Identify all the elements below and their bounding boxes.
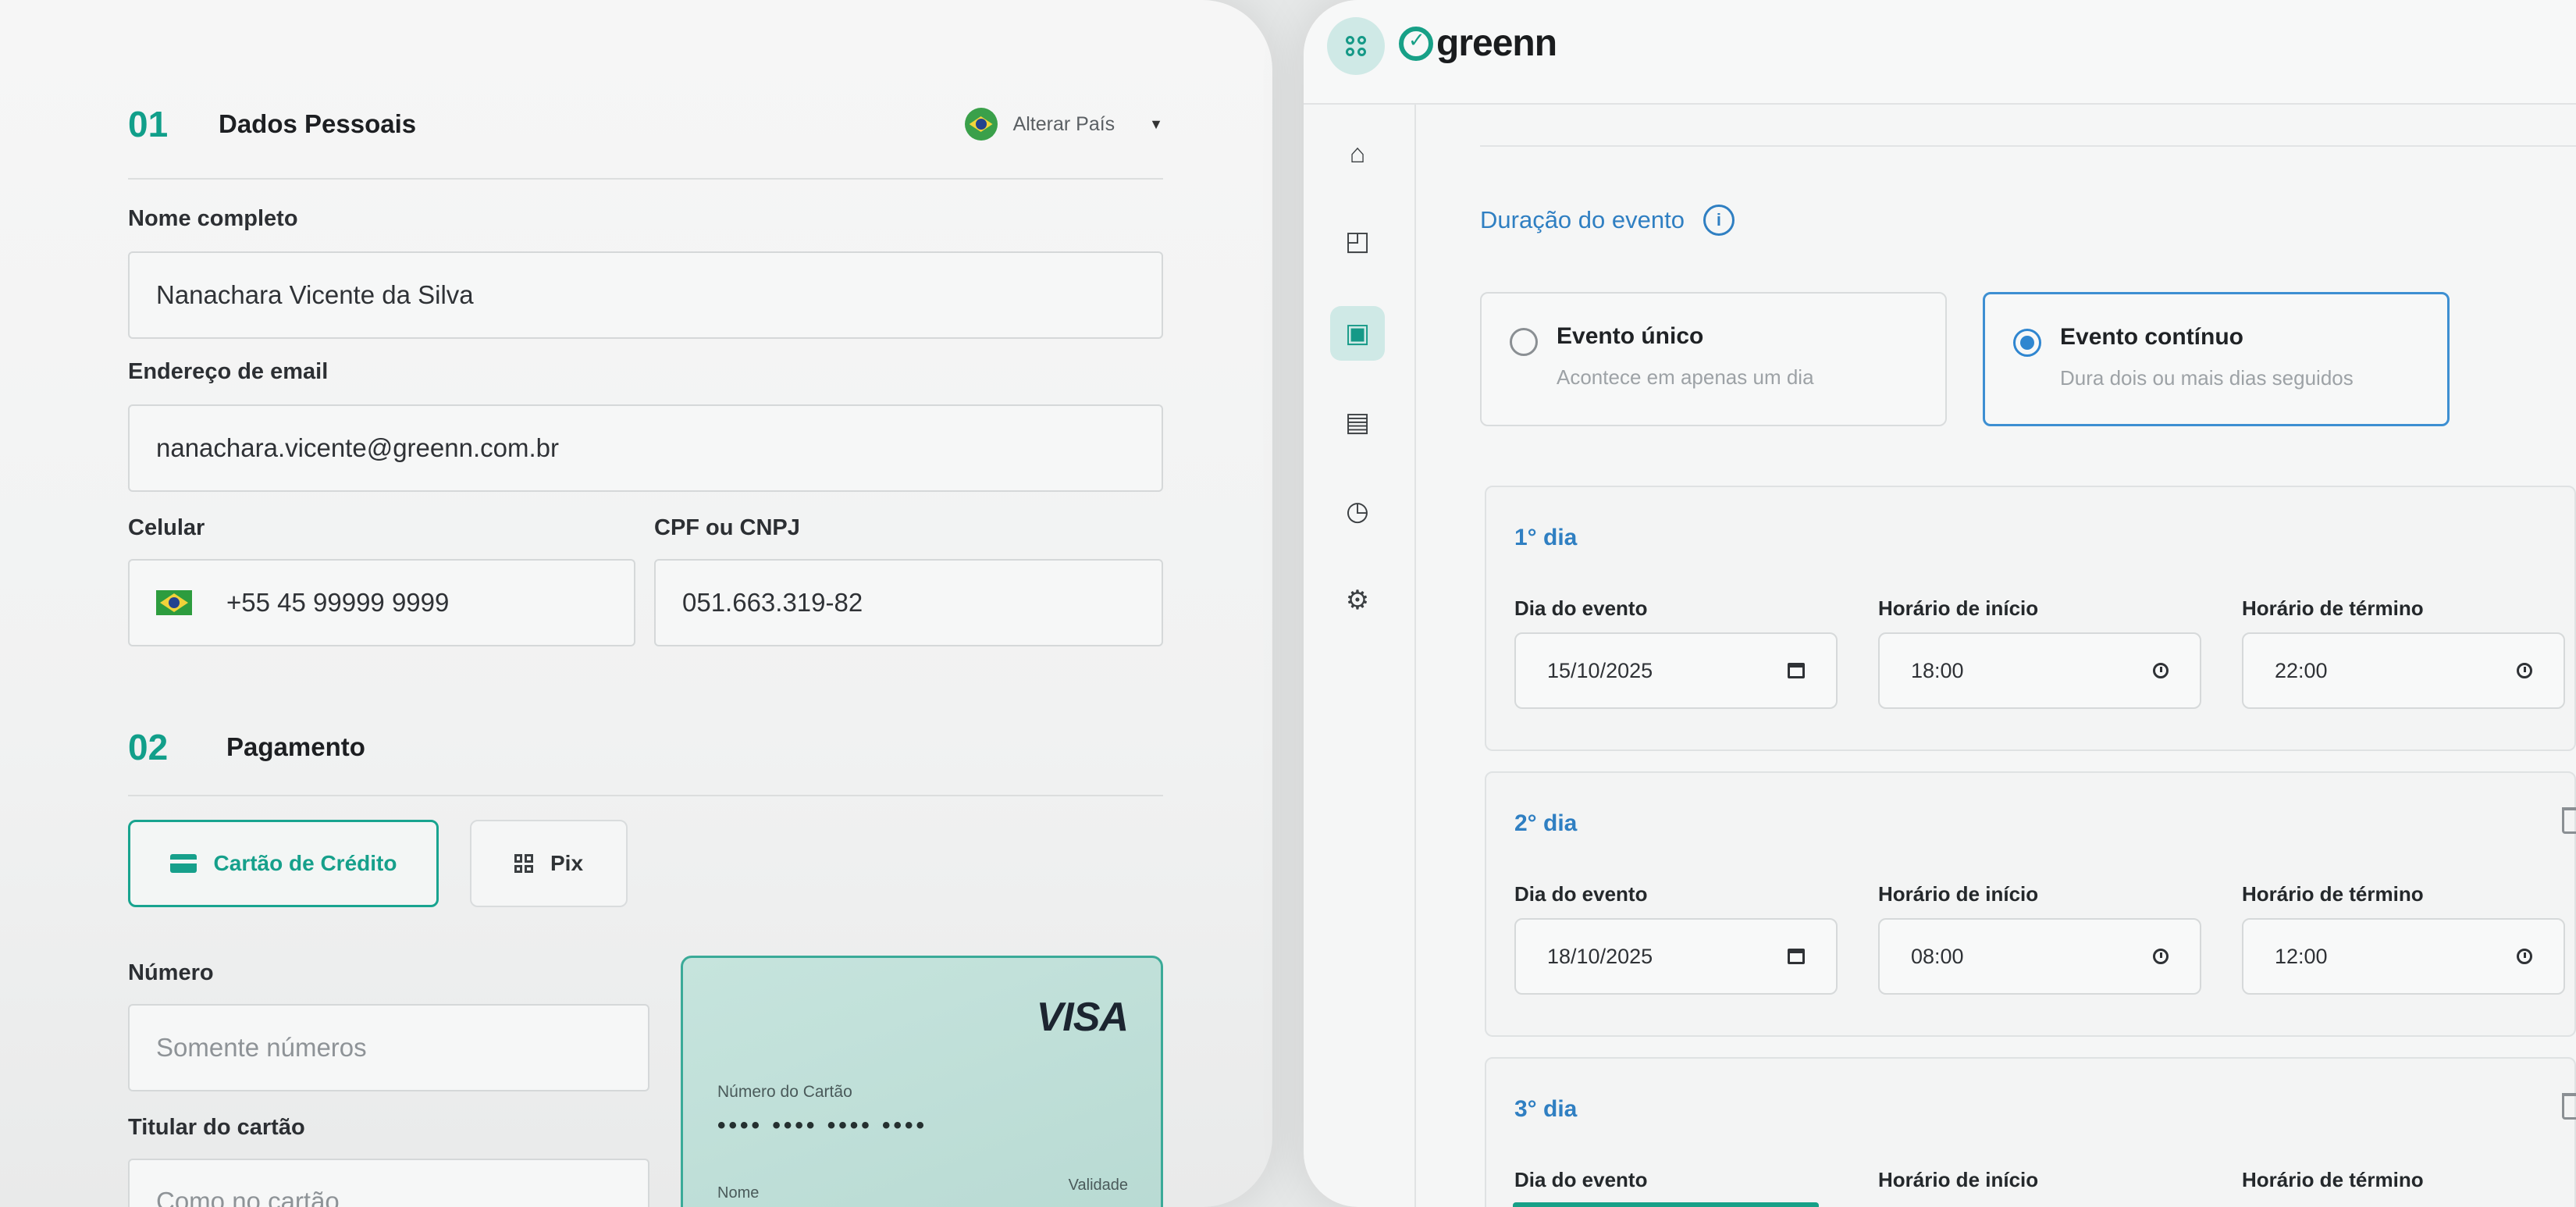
pix-label: Pix bbox=[550, 851, 584, 875]
apps-grid-icon bbox=[1346, 36, 1366, 56]
date-input[interactable]: 15/10/2025 bbox=[1514, 632, 1838, 709]
caret-down-icon: ▼ bbox=[1149, 116, 1163, 132]
document-label: CPF ou CNPJ bbox=[654, 515, 800, 540]
info-icon[interactable]: i bbox=[1703, 205, 1735, 236]
date-value: 18/10/2025 bbox=[1547, 944, 1653, 968]
section-title: Dados Pessoais bbox=[219, 109, 417, 138]
greenn-logo-icon bbox=[1399, 26, 1433, 61]
section-title: Pagamento bbox=[226, 732, 365, 761]
phone-value: +55 45 99999 9999 bbox=[226, 588, 450, 617]
start-time-label: Horário de início bbox=[1878, 596, 2039, 620]
option-title: Evento contínuo bbox=[2060, 324, 2243, 350]
checkout-panel: 01 Dados Pessoais Alterar País ▼ Nome co… bbox=[0, 0, 1272, 1207]
visa-logo: VISA bbox=[1036, 995, 1129, 1040]
start-time-value: 18:00 bbox=[1911, 658, 1964, 682]
name-input[interactable]: Nanachara Vicente da Silva bbox=[128, 251, 1163, 339]
option-subtitle: Acontece em apenas um dia bbox=[1557, 365, 1814, 389]
brazil-flag-icon[interactable] bbox=[156, 590, 192, 615]
calendar-icon[interactable]: ▣ bbox=[1330, 306, 1385, 361]
radio-selected[interactable] bbox=[2013, 329, 2041, 357]
continuous-event-option[interactable]: Evento contínuo Dura dois ou mais dias s… bbox=[1983, 292, 2450, 426]
end-time-input[interactable]: 12:00 bbox=[2242, 918, 2565, 995]
date-label: Dia do evento bbox=[1514, 882, 1648, 906]
card-validity-caption: Validade bbox=[1068, 1177, 1128, 1194]
end-time-label: Horário de término bbox=[2242, 1168, 2424, 1191]
email-label: Endereço de email bbox=[128, 359, 329, 384]
pix-button[interactable]: Pix bbox=[470, 820, 628, 907]
radio-unselected[interactable] bbox=[1510, 328, 1538, 356]
day-block-3: 3° dia Dia do evento Horário de início H… bbox=[1485, 1057, 2576, 1207]
day-title: 3° dia bbox=[1514, 1096, 1578, 1122]
home-icon[interactable]: ⌂ bbox=[1330, 126, 1385, 181]
date-input[interactable]: 18/10/2025 bbox=[1514, 918, 1838, 995]
start-time-input[interactable]: 18:00 bbox=[1878, 632, 2201, 709]
card-holder-input[interactable]: Como no cartão bbox=[128, 1159, 649, 1207]
day-title: 2° dia bbox=[1514, 810, 1578, 836]
single-event-option[interactable]: Evento único Acontece em apenas um dia bbox=[1480, 292, 1947, 426]
option-title: Evento único bbox=[1557, 323, 1704, 349]
duration-title-text: Duração do evento bbox=[1480, 206, 1685, 233]
divider bbox=[1480, 145, 2576, 147]
day-title: 1° dia bbox=[1514, 525, 1578, 550]
change-country-label: Alterar País bbox=[1012, 112, 1115, 135]
start-time-input[interactable]: 08:00 bbox=[1878, 918, 2201, 995]
personal-data-header: 01 Dados Pessoais Alterar País ▼ bbox=[128, 103, 1163, 180]
date-input-focus-edge bbox=[1513, 1202, 1819, 1207]
change-country-dropdown[interactable]: Alterar País ▼ bbox=[964, 108, 1163, 141]
logo-text: greenn bbox=[1436, 23, 1557, 64]
day-block-2: 2° dia Dia do evento Horário de início H… bbox=[1485, 771, 2576, 1037]
clock-icon[interactable] bbox=[2517, 663, 2532, 678]
duration-title: Duração do evento i bbox=[1480, 205, 1735, 236]
end-time-value: 12:00 bbox=[2275, 944, 2328, 968]
wallet-icon[interactable]: ▤ bbox=[1330, 395, 1385, 450]
section-number: 01 bbox=[128, 104, 169, 144]
section-number: 02 bbox=[128, 727, 169, 767]
greenn-logo[interactable]: greenn bbox=[1399, 22, 1557, 65]
clock-icon[interactable] bbox=[2517, 949, 2532, 964]
end-time-input[interactable]: 22:00 bbox=[2242, 632, 2565, 709]
sidebar: ⌂ ◰ ▣ ▤ ◷ ⚙ bbox=[1304, 105, 1416, 1207]
apps-button[interactable] bbox=[1327, 17, 1385, 75]
option-subtitle: Dura dois ou mais dias seguidos bbox=[2060, 366, 2354, 390]
bag-icon[interactable]: ◰ bbox=[1330, 214, 1385, 269]
credit-card-label: Cartão de Crédito bbox=[213, 851, 397, 875]
email-input[interactable]: nanachara.vicente@greenn.com.br bbox=[128, 404, 1163, 492]
document-input[interactable]: 051.663.319-82 bbox=[654, 559, 1163, 646]
calendar-icon[interactable] bbox=[1788, 663, 1805, 678]
credit-card-icon bbox=[169, 854, 197, 873]
end-time-label: Horário de término bbox=[2242, 882, 2424, 906]
gear-icon[interactable]: ⚙ bbox=[1330, 573, 1385, 628]
name-label: Nome completo bbox=[128, 206, 298, 231]
clock-icon[interactable]: ◷ bbox=[1330, 484, 1385, 539]
end-time-value: 22:00 bbox=[2275, 658, 2328, 682]
card-number-label: Número bbox=[128, 960, 214, 985]
date-value: 15/10/2025 bbox=[1547, 658, 1653, 682]
card-number-mask: •••• •••• •••• •••• bbox=[717, 1113, 928, 1138]
card-preview: VISA Número do Cartão •••• •••• •••• •••… bbox=[681, 956, 1163, 1207]
start-time-value: 08:00 bbox=[1911, 944, 1964, 968]
trash-icon[interactable] bbox=[2562, 1093, 2576, 1120]
phone-input[interactable]: +55 45 99999 9999 bbox=[128, 559, 635, 646]
credit-card-button[interactable]: Cartão de Crédito bbox=[128, 820, 439, 907]
card-number-caption: Número do Cartão bbox=[717, 1083, 852, 1101]
card-holder-label: Titular do cartão bbox=[128, 1115, 305, 1140]
payment-header: 02 Pagamento bbox=[128, 726, 1163, 796]
qr-code-icon bbox=[514, 854, 533, 873]
top-bar: greenn bbox=[1304, 0, 2576, 105]
phone-label: Celular bbox=[128, 515, 205, 540]
calendar-icon[interactable] bbox=[1788, 949, 1805, 964]
day-block-1: 1° dia Dia do evento Horário de início H… bbox=[1485, 486, 2576, 751]
end-time-label: Horário de término bbox=[2242, 596, 2424, 620]
clock-icon[interactable] bbox=[2153, 663, 2169, 678]
brazil-flag-icon bbox=[964, 108, 998, 141]
event-editor-panel: greenn ⌂ ◰ ▣ ▤ ◷ ⚙ Duração do evento i E… bbox=[1304, 0, 2576, 1207]
date-label: Dia do evento bbox=[1514, 1168, 1648, 1191]
start-time-label: Horário de início bbox=[1878, 1168, 2039, 1191]
date-label: Dia do evento bbox=[1514, 596, 1648, 620]
start-time-label: Horário de início bbox=[1878, 882, 2039, 906]
clock-icon[interactable] bbox=[2153, 949, 2169, 964]
trash-icon[interactable] bbox=[2562, 807, 2576, 834]
card-number-input[interactable]: Somente números bbox=[128, 1004, 649, 1091]
card-name-caption: Nome bbox=[717, 1184, 760, 1202]
